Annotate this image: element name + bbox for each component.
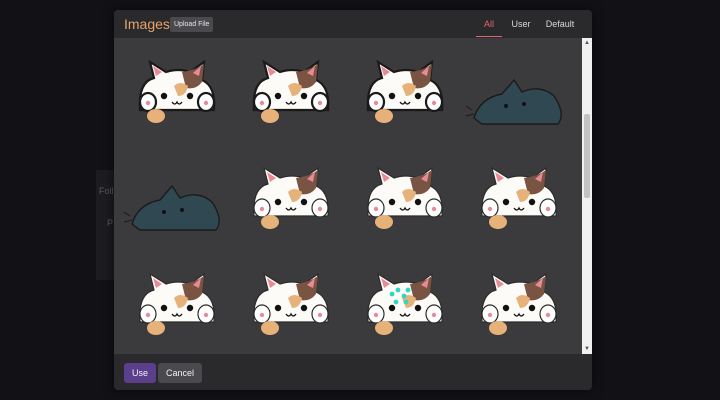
tab-user[interactable]: User: [508, 16, 534, 36]
calico-cat-icon: [366, 59, 444, 123]
image-grid: [114, 38, 582, 354]
calico-cat-icon: [139, 272, 215, 335]
image-thumbnail-11[interactable]: [348, 252, 460, 357]
image-thumbnail-10[interactable]: [234, 252, 346, 357]
cancel-button[interactable]: Cancel: [158, 363, 203, 383]
scroll-down-arrow-icon[interactable]: ▼: [582, 344, 592, 354]
calico-cat-icon: [252, 59, 330, 123]
image-thumbnail-6[interactable]: [234, 146, 346, 251]
upload-file-button[interactable]: Upload File: [170, 17, 214, 32]
dialog-title: Images: [124, 16, 170, 32]
calico-cat-icon: [481, 166, 557, 229]
image-thumbnail-5[interactable]: [120, 146, 232, 251]
image-thumbnail-9[interactable]: [120, 252, 232, 357]
scrollbar[interactable]: ▲ ▼: [582, 38, 592, 354]
dialog-header: Images Upload File All User Default: [114, 10, 592, 38]
tab-all[interactable]: All: [476, 16, 502, 37]
background-label: Foll: [99, 186, 114, 196]
dark-cat-icon: [465, 78, 562, 125]
calico-cat-icon: [253, 166, 329, 229]
calico-cat-icon: [253, 272, 329, 335]
calico-cat-icon: [138, 59, 216, 123]
dialog-footer: Use Cancel: [114, 354, 592, 390]
image-thumbnail-2[interactable]: [234, 40, 346, 145]
image-picker-dialog: Images Upload File All User Default ▲ ▼ …: [114, 10, 592, 390]
use-button[interactable]: Use: [124, 363, 157, 383]
tab-default[interactable]: Default: [542, 16, 578, 36]
calico-cat-icon: [481, 272, 557, 335]
image-thumbnail-4[interactable]: [462, 40, 574, 145]
image-thumbnail-12[interactable]: [462, 252, 574, 357]
scroll-thumb[interactable]: [584, 114, 590, 198]
calico-cat-icon: [367, 166, 443, 229]
dark-cat-icon: [123, 184, 220, 231]
scroll-up-arrow-icon[interactable]: ▲: [582, 38, 592, 48]
image-thumbnail-7[interactable]: [348, 146, 460, 251]
calico-cat-icon: [367, 272, 443, 335]
image-thumbnail-8[interactable]: [462, 146, 574, 251]
image-thumbnail-3[interactable]: [348, 40, 460, 145]
background-label: P: [107, 218, 114, 228]
image-thumbnail-1[interactable]: [120, 40, 232, 145]
